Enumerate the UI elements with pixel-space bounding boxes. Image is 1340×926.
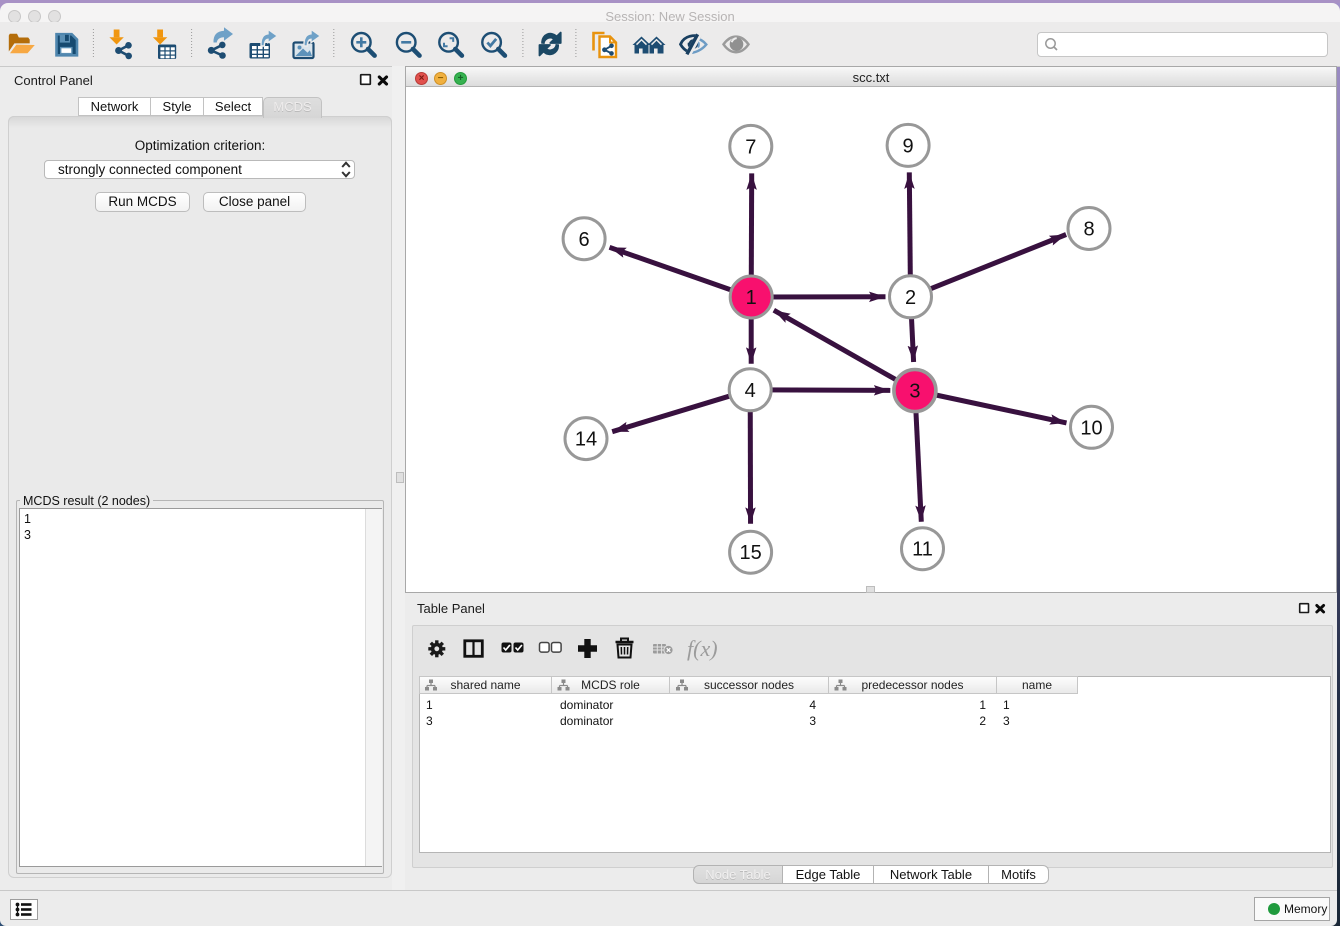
svg-text:4: 4 [745, 380, 756, 402]
svg-text:14: 14 [575, 429, 597, 451]
svg-text:7: 7 [745, 136, 756, 158]
svg-text:1: 1 [746, 287, 757, 309]
svg-text:11: 11 [912, 539, 933, 561]
svg-text:8: 8 [1083, 219, 1094, 241]
svg-text:6: 6 [579, 229, 590, 251]
svg-text:f(x): f(x) [687, 636, 718, 661]
svg-text:15: 15 [739, 542, 761, 564]
svg-text:2: 2 [905, 287, 916, 309]
svg-text:10: 10 [1080, 417, 1102, 439]
svg-text:3: 3 [909, 381, 920, 403]
svg-text:9: 9 [903, 135, 914, 157]
